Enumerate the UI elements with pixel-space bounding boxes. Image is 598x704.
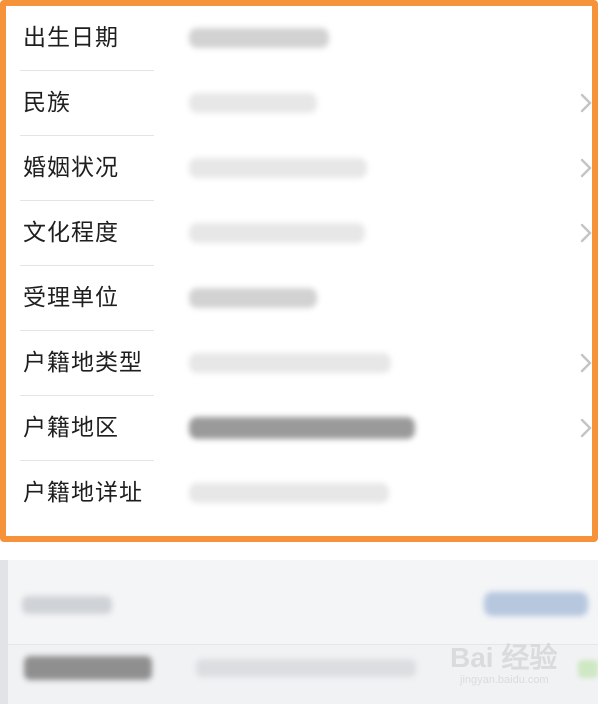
form-row-household-type[interactable]: 户籍地类型 <box>6 331 592 396</box>
blurred-action-button[interactable] <box>484 592 588 616</box>
baidu-paw-logo: Bai 经验 <box>450 642 558 673</box>
row-label: 文化程度 <box>23 220 119 246</box>
chevron-right-icon[interactable] <box>578 155 594 181</box>
form-row-household-region[interactable]: 户籍地区 <box>6 396 592 461</box>
watermark-site-text: jingyan.baidu.com <box>460 674 549 686</box>
blurred-value <box>189 93 317 113</box>
row-label: 婚姻状况 <box>23 155 119 181</box>
form-row-ethnicity[interactable]: 民族 <box>6 71 592 136</box>
row-label: 出生日期 <box>23 25 119 51</box>
blurred-section-title <box>22 596 112 614</box>
form-row-education[interactable]: 文化程度 <box>6 201 592 266</box>
row-label: 户籍地区 <box>23 415 119 441</box>
form-row-handling-unit[interactable]: 受理单位 <box>6 266 592 331</box>
blurred-value <box>189 483 389 503</box>
row-label: 受理单位 <box>23 285 119 311</box>
blurred-row-value <box>196 659 416 677</box>
blurred-value <box>189 417 415 439</box>
left-strip <box>0 560 8 704</box>
blurred-value <box>189 288 317 308</box>
blurred-value <box>189 353 391 373</box>
baidu-watermark: Bai 经验 jingyan.baidu.com <box>446 634 576 690</box>
row-label: 户籍地类型 <box>23 350 143 376</box>
chevron-right-icon[interactable] <box>578 350 594 376</box>
chevron-right-icon[interactable] <box>578 90 594 116</box>
form-row-marital-status[interactable]: 婚姻状况 <box>6 136 592 201</box>
blurred-value <box>189 28 329 48</box>
row-label: 户籍地详址 <box>23 480 143 506</box>
blurred-value <box>189 158 367 178</box>
chevron-right-icon[interactable] <box>578 415 594 441</box>
form-row-household-address[interactable]: 户籍地详址 <box>6 461 592 526</box>
blurred-green-element <box>578 660 598 678</box>
chevron-right-icon[interactable] <box>578 220 594 246</box>
blurred-value <box>189 223 365 243</box>
form-row-birth-date[interactable]: 出生日期 <box>6 6 592 71</box>
blurred-row-label <box>24 656 152 680</box>
row-label: 民族 <box>23 90 71 116</box>
highlighted-form-region: 出生日期 民族 婚姻状况 文化程度 受理单位 户籍地类型 户籍地区 户籍地详址 <box>0 0 598 542</box>
